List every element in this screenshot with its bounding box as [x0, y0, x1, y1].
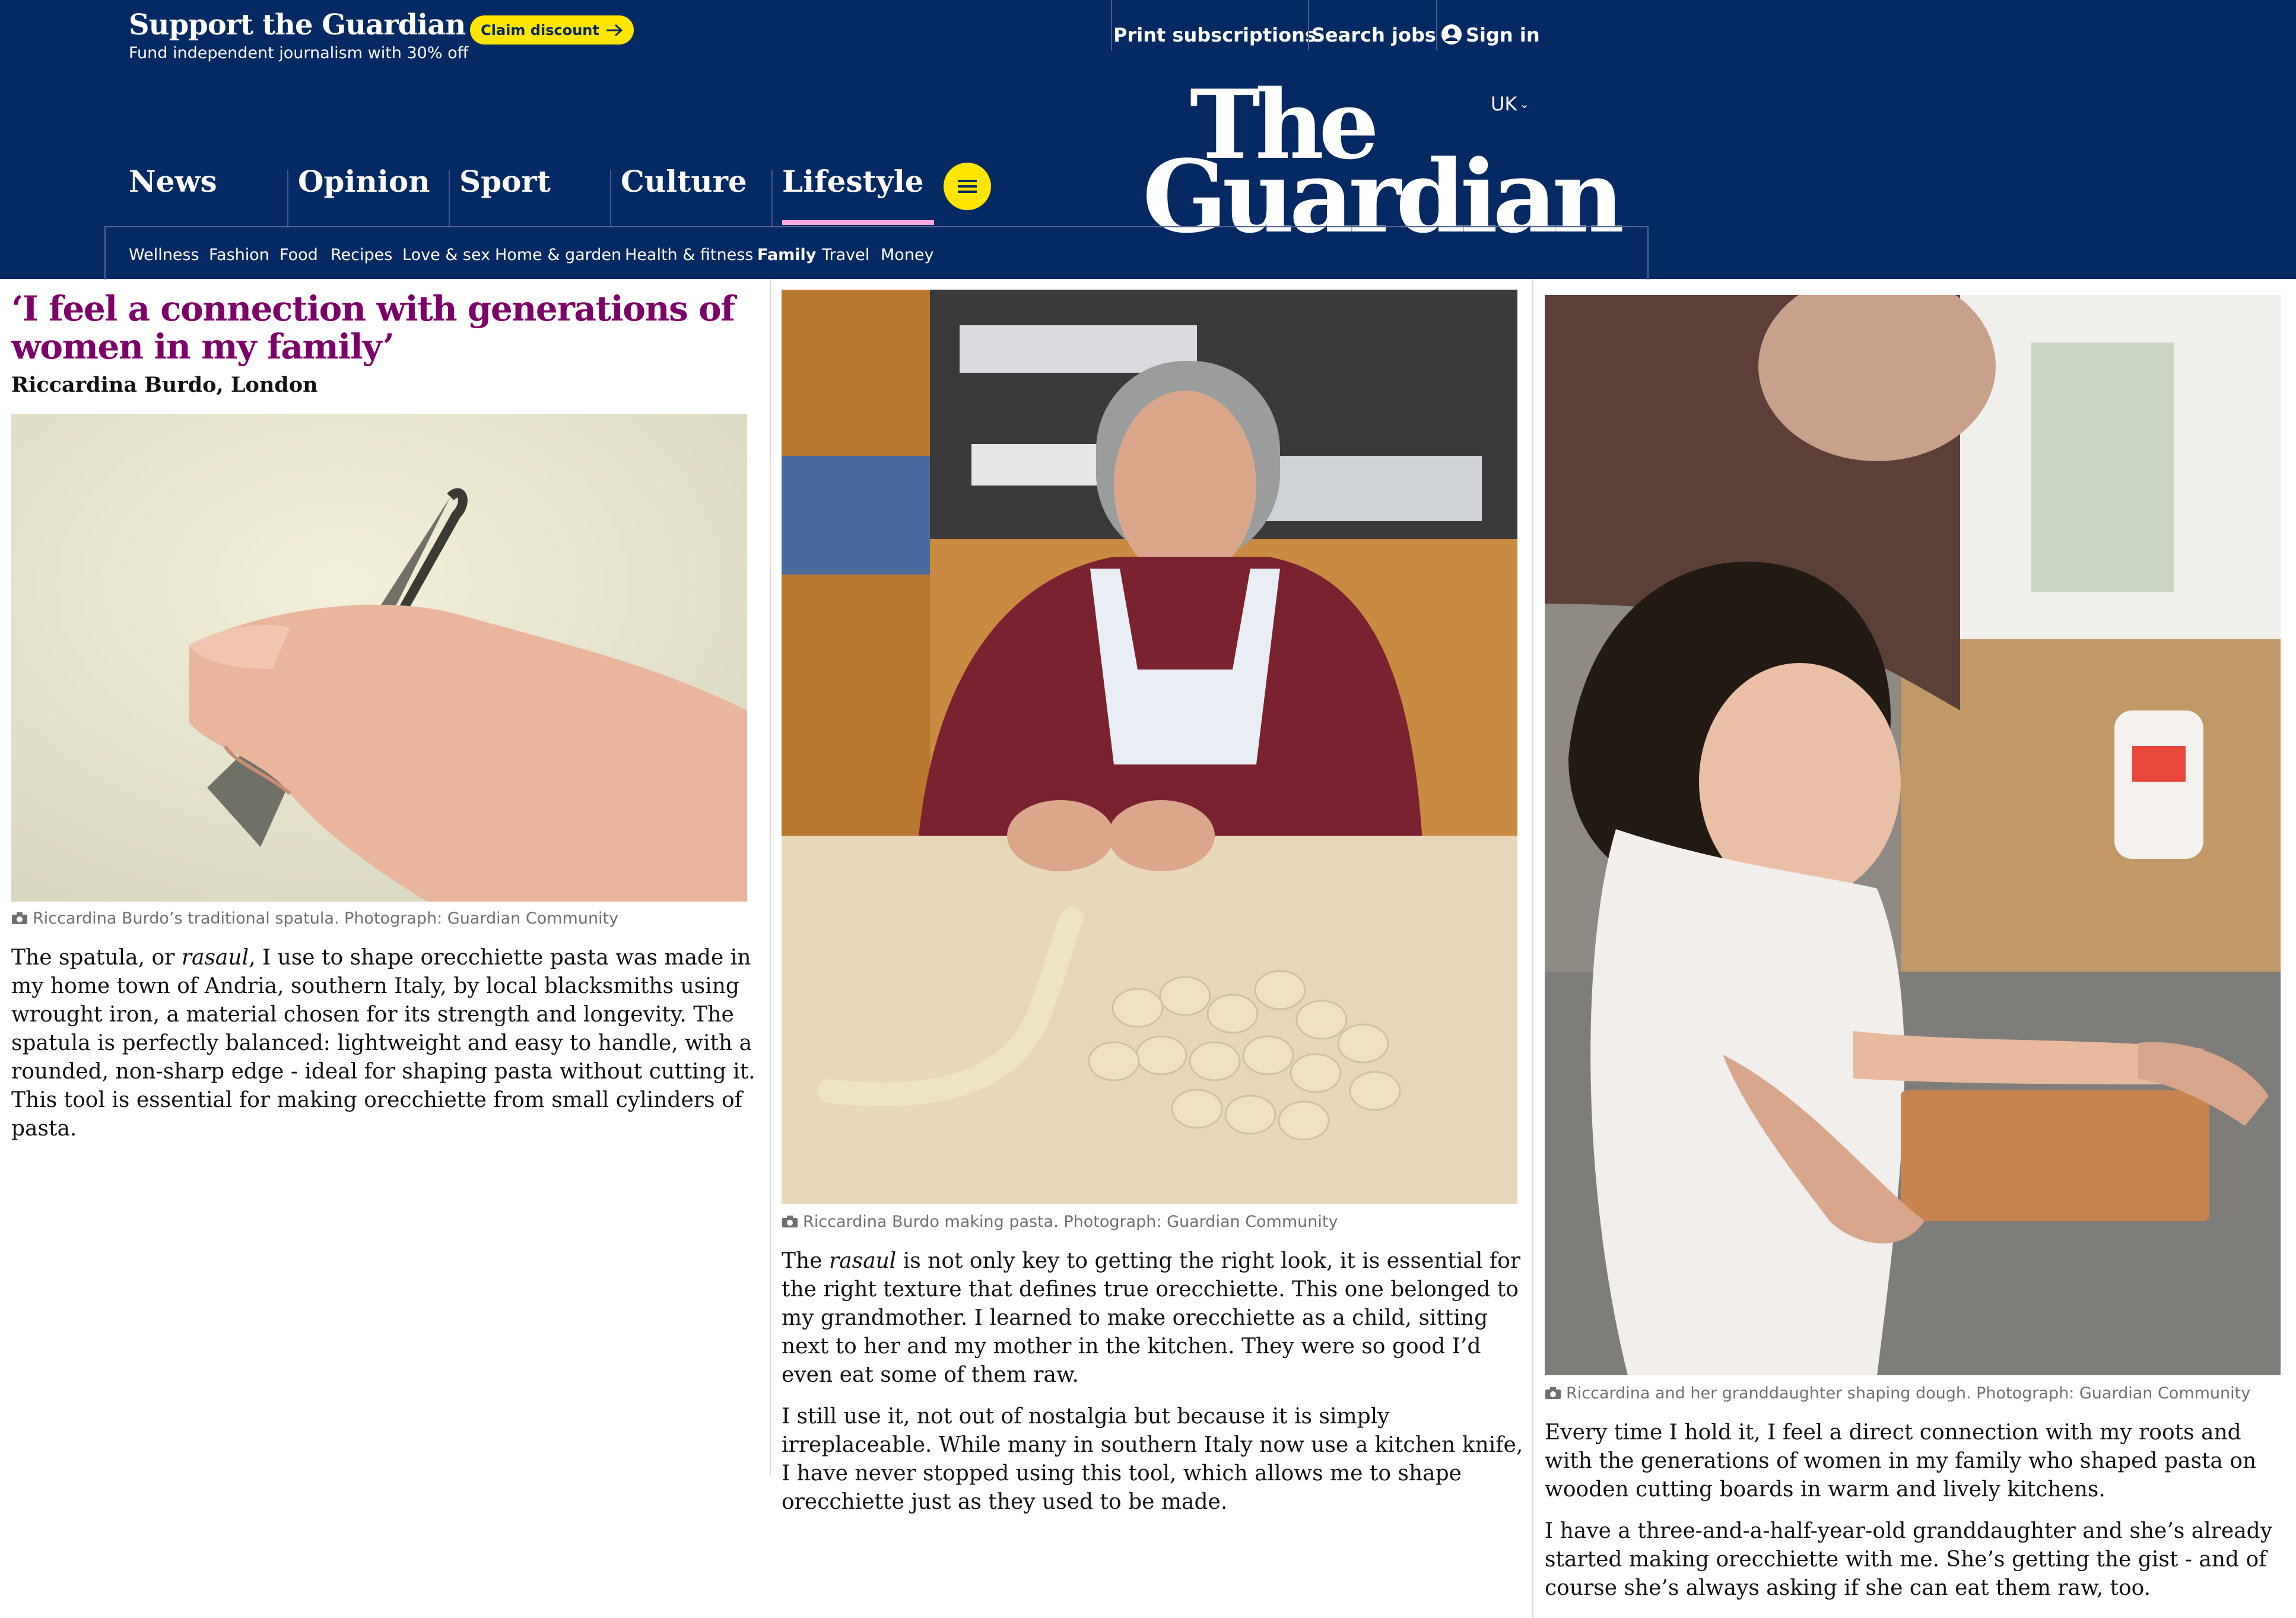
column-1-body: The spatula, or rasaul, I use to shape o… [11, 944, 756, 1156]
column-2-body: The rasaul is not only key to getting th… [782, 1247, 1526, 1530]
byline: Riccardina Burdo, London [11, 373, 318, 397]
subnav-money[interactable]: Money [881, 246, 934, 264]
article-headline: ‘I feel a connection with generations of… [11, 288, 735, 367]
subnav-family[interactable]: Family [757, 246, 816, 264]
arrow-right-icon [606, 24, 623, 36]
column-1-paragraph: The spatula, or rasaul, I use to shape o… [11, 944, 756, 1143]
claim-discount-label: Claim discount [481, 21, 599, 39]
rasaul-term: rasaul [828, 1249, 897, 1273]
account-icon [1441, 24, 1462, 45]
column-3-paragraph-2: I have a three-and-a-half-year-old grand… [1545, 1519, 2273, 1600]
chevron-down-icon: ⌄ [1519, 97, 1530, 111]
granddaughter-photo [1545, 295, 2281, 1375]
subnav-fashion[interactable]: Fashion [209, 246, 269, 264]
rasaul-term: rasaul [181, 946, 249, 970]
active-pillar-underline [782, 220, 934, 225]
column-3-body: Every time I hold it, I feel a direct co… [1545, 1419, 2287, 1616]
claim-discount-button[interactable]: Claim discount [470, 15, 634, 45]
text-run: The spatula, or [11, 946, 182, 970]
top-link-divider [1111, 0, 1112, 50]
camera-icon [782, 1216, 798, 1227]
subnav-love-sex[interactable]: Love & sex [402, 246, 490, 264]
menu-button[interactable] [944, 163, 991, 210]
making-pasta-caption: Riccardina Burdo making pasta. Photograp… [782, 1213, 1338, 1231]
spatula-photo [11, 414, 747, 902]
nav-pillar-culture[interactable]: Culture [609, 164, 747, 226]
edition-label: UK [1491, 93, 1517, 115]
subnav-recipes[interactable]: Recipes [331, 246, 392, 264]
guardian-logo[interactable]: The Guardian [1142, 77, 1624, 255]
print-subscriptions-link[interactable]: Print subscriptions [1113, 24, 1316, 46]
subnav-health-fitness[interactable]: Health & fitness [625, 246, 753, 264]
column-divider [770, 279, 771, 1476]
spatula-caption-text: Riccardina Burdo’s traditional spatula. … [33, 909, 619, 928]
search-jobs-link[interactable]: Search jobs [1311, 24, 1436, 46]
nav-pillar-lifestyle[interactable]: Lifestyle [770, 164, 924, 226]
text-run: The [782, 1249, 829, 1273]
making-pasta-photo [782, 290, 1517, 1204]
granddaughter-caption-text: Riccardina and her granddaughter shaping… [1566, 1384, 2251, 1403]
camera-icon [12, 912, 27, 924]
granddaughter-caption: Riccardina and her granddaughter shaping… [1545, 1384, 2250, 1403]
column-divider [1532, 279, 1533, 1618]
spatula-caption: Riccardina Burdo’s traditional spatula. … [11, 909, 618, 928]
nav-pillar-sport[interactable]: Sport [447, 164, 551, 226]
support-bar: Support the Guardian Fund independent jo… [0, 0, 2296, 76]
column-3-paragraph-1: Every time I hold it, I feel a direct co… [1545, 1420, 2257, 1502]
support-title[interactable]: Support the Guardian [129, 8, 466, 42]
subnav-food[interactable]: Food [280, 246, 318, 264]
edition-selector[interactable]: UK ⌄ [1491, 93, 1529, 115]
sign-in-link[interactable]: Sign in [1441, 24, 1540, 46]
support-subtitle: Fund independent journalism with 30% off [129, 44, 469, 62]
logo-line-2: Guardian [1142, 138, 1624, 255]
top-link-divider [1436, 0, 1437, 50]
hamburger-icon [958, 180, 977, 193]
text-run: , I use to shape orecchiette pasta was m… [11, 946, 755, 1141]
camera-icon [1545, 1387, 1561, 1399]
nav-pillar-news[interactable]: News [129, 164, 217, 226]
column-2-paragraph-2: I still use it, not out of nostalgia but… [782, 1404, 1523, 1514]
subnav-travel[interactable]: Travel [822, 246, 869, 264]
column-2-paragraph-1: The rasaul is not only key to getting th… [782, 1247, 1526, 1389]
subnav-wellness[interactable]: Wellness [129, 246, 199, 264]
nav-pillar-opinion[interactable]: Opinion [286, 164, 430, 226]
masthead: The Guardian UK ⌄ News Opinion Sport Cult… [0, 76, 2296, 280]
subnav-home-garden[interactable]: Home & garden [495, 246, 621, 264]
sign-in-label: Sign in [1466, 24, 1540, 46]
making-pasta-caption-text: Riccardina Burdo making pasta. Photograp… [803, 1213, 1338, 1231]
top-link-divider [1308, 0, 1309, 50]
